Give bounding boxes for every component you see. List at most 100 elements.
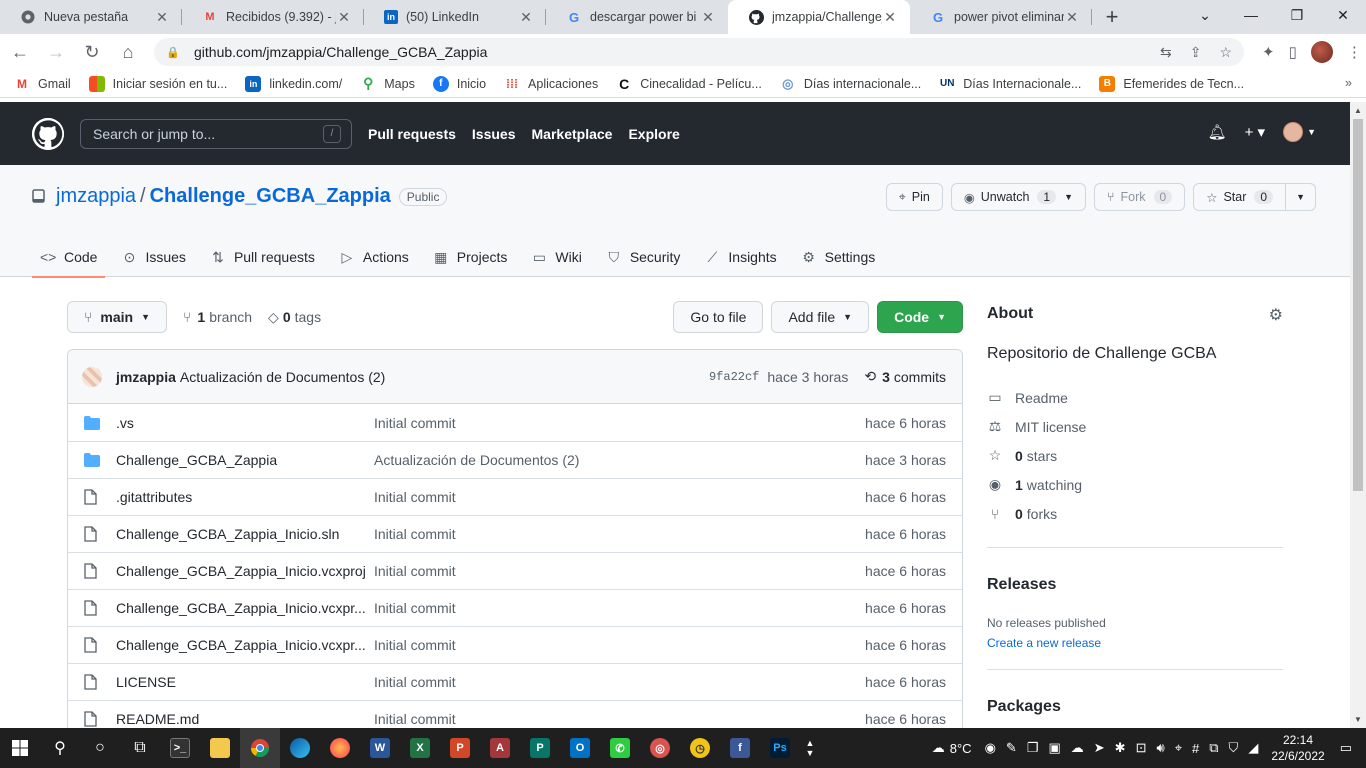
tray-app-icon[interactable]: ▣ — [1048, 740, 1060, 756]
star-lists-dropdown[interactable]: ▼ — [1286, 183, 1316, 211]
chrome-icon[interactable] — [240, 728, 280, 768]
tray-app-icon[interactable]: ⊡ — [1136, 740, 1147, 756]
close-tab-icon[interactable]: ✕ — [700, 9, 716, 26]
file-commit-message-link[interactable]: Initial commit — [374, 637, 865, 653]
file-name-link[interactable]: Challenge_GCBA_Zappia_Inicio.vcxproj — [116, 563, 374, 579]
firefox-icon[interactable] — [320, 728, 360, 768]
commit-message-link[interactable]: Actualización de Documentos (2) — [180, 369, 385, 385]
create-release-link[interactable]: Create a new release — [987, 636, 1283, 650]
nav-pull-requests[interactable]: Pull requests — [368, 126, 456, 142]
restore-icon[interactable]: ❐ — [1274, 0, 1320, 30]
commit-author-link[interactable]: jmzappia — [116, 369, 176, 385]
bookmark-item[interactable]: ⁞⁞⁞ Aplicaciones — [504, 76, 598, 92]
file-name-link[interactable]: .gitattributes — [116, 489, 374, 505]
menu-icon[interactable]: ⋮ — [1347, 43, 1362, 61]
file-commit-message-link[interactable]: Initial commit — [374, 563, 865, 579]
bookmark-item[interactable]: UN Días Internacionale... — [939, 76, 1081, 92]
slack-icon[interactable]: # — [1192, 741, 1199, 756]
file-name-link[interactable]: README.md — [116, 711, 374, 727]
browser-tab[interactable]: M Recibidos (9.392) - juli ✕ — [182, 0, 364, 34]
file-row[interactable]: Challenge_GCBA_Zappia_Inicio.vcxproj Init… — [68, 552, 962, 589]
security-shield-icon[interactable]: ⛉ — [1229, 740, 1239, 756]
watchers-link[interactable]: ◉ 1 watching — [987, 470, 1283, 499]
create-new-plus-icon[interactable]: + ▾ — [1245, 123, 1265, 141]
tray-app-icon[interactable]: ❐ — [1027, 740, 1039, 756]
file-row[interactable]: .gitattributes Initial commit hace 6 horas — [68, 478, 962, 515]
branches-link[interactable]: ⑂ 1 branch — [183, 309, 252, 325]
edge-icon[interactable] — [280, 728, 320, 768]
media-app-icon[interactable]: ◎ — [640, 728, 680, 768]
bookmark-item[interactable]: ◎ Días internacionale... — [780, 76, 921, 92]
page-scrollbar[interactable]: ▲ ▼ — [1350, 102, 1366, 728]
tab-issues[interactable]: ⊙ Issues — [113, 237, 193, 277]
file-row[interactable]: .vs Initial commit hace 6 horas — [68, 404, 962, 441]
file-row[interactable]: Challenge_GCBA_Zappia_Inicio.vcxpr... Ini… — [68, 626, 962, 663]
outlook-icon[interactable]: O — [560, 728, 600, 768]
github-logo-icon[interactable] — [32, 117, 64, 150]
repo-owner-link[interactable]: jmzappia — [56, 185, 136, 208]
new-tab-button[interactable]: + — [1092, 0, 1132, 34]
tab-insights[interactable]: ⟋ Insights — [696, 237, 784, 277]
clock-app-icon[interactable]: ◷ — [680, 728, 720, 768]
file-name-link[interactable]: Challenge_GCBA_Zappia_Inicio.sln — [116, 526, 374, 542]
translate-icon[interactable]: ⇆ — [1160, 44, 1172, 61]
star-button[interactable]: ☆ Star 0 — [1193, 183, 1287, 211]
onedrive-icon[interactable]: ☁ — [1071, 740, 1084, 756]
avatar[interactable] — [82, 366, 102, 387]
file-name-link[interactable]: Challenge_GCBA_Zappia_Inicio.vcxpr... — [116, 637, 374, 653]
bookmark-item[interactable]: ⚲ Maps — [360, 75, 415, 92]
bookmark-item[interactable]: B Efemerides de Tecn... — [1099, 75, 1244, 92]
file-name-link[interactable]: Challenge_GCBA_Zappia — [116, 452, 374, 468]
file-commit-message-link[interactable]: Initial commit — [374, 415, 865, 431]
word-icon[interactable]: W — [360, 728, 400, 768]
scroll-up-icon[interactable]: ▲ — [1354, 106, 1362, 115]
tab-pull-requests[interactable]: ⇅ Pull requests — [202, 237, 323, 277]
tab-search-icon[interactable]: ⌄ — [1182, 0, 1228, 30]
tab-security[interactable]: ⛉ Security — [598, 237, 689, 277]
terminal-icon[interactable]: >_ — [160, 728, 200, 768]
file-row[interactable]: Challenge_GCBA_Zappia_Inicio.vcxpr... Ini… — [68, 589, 962, 626]
weather-temp[interactable]: 8°C — [950, 741, 972, 756]
home-icon[interactable]: ⌂ — [112, 36, 144, 68]
user-menu[interactable]: ▼ — [1283, 122, 1316, 142]
tab-code[interactable]: <> Code — [32, 237, 106, 278]
file-row[interactable]: LICENSE Initial commit hace 6 horas — [68, 663, 962, 700]
cortana-icon[interactable]: ○ — [80, 728, 120, 768]
weather-icon[interactable]: ☁ — [932, 740, 945, 756]
file-commit-message-link[interactable]: Actualización de Documentos (2) — [374, 452, 865, 468]
file-commit-message-link[interactable]: Initial commit — [374, 600, 865, 616]
facebook-icon[interactable]: f — [720, 728, 760, 768]
reload-icon[interactable]: ↻ — [76, 36, 108, 68]
browser-tab[interactable]: G power pivot eliminar c ✕ — [910, 0, 1092, 34]
minimize-icon[interactable]: — — [1228, 0, 1274, 30]
packages-heading[interactable]: Packages — [987, 698, 1283, 716]
task-view-icon[interactable]: ⧉ — [120, 728, 160, 768]
back-icon[interactable]: ← — [4, 36, 36, 68]
taskbar-scroll-icon[interactable]: ▲ ▼ — [800, 728, 820, 768]
tab-wiki[interactable]: ▭ Wiki — [523, 237, 589, 277]
tray-app-icon[interactable]: ⧉ — [1209, 740, 1218, 756]
code-button[interactable]: Code ▼ — [877, 301, 963, 333]
publisher-icon[interactable]: P — [520, 728, 560, 768]
close-tab-icon[interactable]: ✕ — [518, 9, 534, 26]
photoshop-icon[interactable]: Ps — [760, 728, 800, 768]
scrollbar-thumb[interactable] — [1353, 119, 1363, 491]
tags-link[interactable]: ◇ 0 tags — [268, 309, 321, 326]
browser-tab-active[interactable]: jmzappia/Challenge_G ✕ — [728, 0, 910, 34]
bookmark-item[interactable]: C Cinecalidad - Pelícu... — [616, 76, 762, 92]
file-row[interactable]: Challenge_GCBA_Zappia_Inicio.sln Initial … — [68, 515, 962, 552]
clock[interactable]: 22:14 22/6/2022 — [1271, 732, 1324, 764]
file-explorer-icon[interactable] — [200, 728, 240, 768]
close-tab-icon[interactable]: ✕ — [336, 9, 352, 26]
file-row[interactable]: Challenge_GCBA_Zappia Actualización de Do… — [68, 441, 962, 478]
tray-app-icon[interactable]: ⌖ — [1175, 740, 1182, 756]
excel-icon[interactable]: X — [400, 728, 440, 768]
profile-avatar[interactable] — [1310, 41, 1333, 63]
go-to-file-button[interactable]: Go to file — [673, 301, 764, 333]
forks-link[interactable]: ⑂ 0 forks — [987, 499, 1283, 528]
file-commit-message-link[interactable]: Initial commit — [374, 711, 865, 727]
bookmark-item[interactable]: Iniciar sesión en tu... — [88, 75, 227, 92]
more-bookmarks-icon[interactable]: » — [1345, 76, 1352, 90]
file-commit-message-link[interactable]: Initial commit — [374, 489, 865, 505]
search-icon[interactable]: ⚲ — [40, 728, 80, 768]
